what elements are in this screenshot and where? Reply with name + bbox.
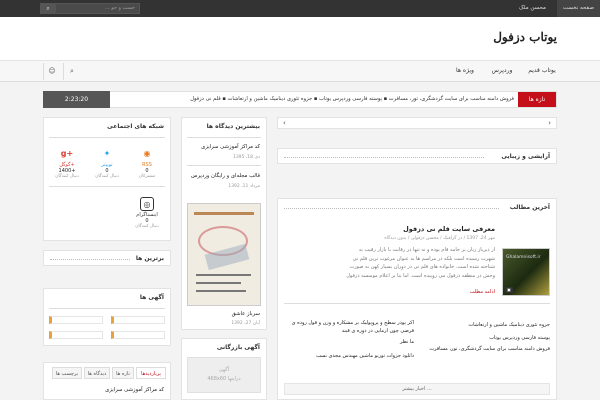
- clock: 2:23:20: [43, 91, 110, 108]
- ad-slot[interactable]: [111, 331, 165, 339]
- nav-item-wordpress[interactable]: وردپرس: [487, 61, 517, 81]
- breaking-news-bar: تازه ها فروش دامنه مناسب برای سایت گردشگ…: [43, 91, 557, 108]
- box-title: شبکه های اجتماعی: [107, 123, 164, 130]
- divider: [284, 303, 550, 304]
- popular-posts: بیشترین دیدگاه ها کد مراکز آموزشی سرایزی…: [181, 117, 267, 330]
- list-item[interactable]: اکر پودر سطح و پروپولیک بر مشکاره و وزن …: [286, 319, 414, 335]
- box-title: آگهی ها: [139, 294, 164, 301]
- top-bar: صفحه نخست محسن ملک جست و جو ... ⌕: [0, 0, 600, 17]
- featured-excerpt: از دیرباز زنان بر خامه قام بوده و نه تنه…: [346, 247, 495, 279]
- ads-box: آگهی ها: [43, 288, 171, 346]
- decor: [196, 290, 246, 292]
- ad-size: 468x60 درایتها: [207, 376, 241, 382]
- list-item[interactable]: دانلود جزوات توربو ماشین مهندس مجدی نسب: [286, 352, 414, 360]
- search-icon[interactable]: ⌕: [40, 3, 56, 14]
- ads-banner-box: آگهی بازرگانی آگهی 468x60 درایتها: [181, 338, 267, 400]
- camera-icon: ▣: [505, 287, 513, 293]
- decor: [194, 212, 254, 215]
- decor: [196, 282, 241, 284]
- chevron-left-icon[interactable]: ‹: [283, 119, 286, 127]
- user-icon[interactable]: ☺: [43, 63, 60, 80]
- divider: [187, 137, 261, 138]
- ad-label: آگهی: [218, 367, 230, 373]
- top-posts-box: برترین ها: [43, 250, 171, 266]
- instagram-sub: دنبال کنندگان: [135, 224, 159, 229]
- site-logo[interactable]: یوتاب دزفول: [493, 30, 557, 44]
- tab-tags[interactable]: برچسب ها: [52, 367, 82, 379]
- divider: [187, 165, 261, 166]
- news-ticker[interactable]: فروش دامنه مناسب برای سایت گردشگری، تور،…: [190, 92, 514, 107]
- featured-title[interactable]: معرفی سایت قلم نی دزفول: [403, 225, 495, 233]
- nav-item-featured[interactable]: ویژه ها: [452, 61, 478, 81]
- read-more-link[interactable]: ادامه مطلب: [470, 289, 495, 295]
- decor: [196, 274, 251, 276]
- box-title: آخرین مطالب: [509, 204, 550, 211]
- tab-recent[interactable]: تازه ها: [112, 367, 134, 379]
- box-title: برترین ها: [135, 255, 164, 262]
- featured-thumbnail[interactable]: Ghalamnisoft.ir ▣: [502, 248, 550, 296]
- popular-item-date: دی 18، 1395: [232, 155, 260, 160]
- home-link[interactable]: صفحه نخست: [556, 0, 600, 17]
- slider-nav: ‹ ›: [277, 117, 557, 129]
- popular-item-title[interactable]: سرباز عاشق: [232, 311, 260, 317]
- thumb-watermark: Ghalamnisoft.ir: [506, 255, 541, 260]
- popular-item-title[interactable]: قالب مجله‌ای و رایگان وردپرس: [191, 173, 260, 179]
- list-item[interactable]: فروش دامنه مناسب برای سایت گردشگری، تور،…: [420, 345, 550, 353]
- search-input[interactable]: جست و جو ...: [43, 3, 140, 14]
- rss-link[interactable]: ◉ RSS 0 مشترکان: [127, 144, 167, 182]
- popular-thumbnail[interactable]: [187, 203, 261, 306]
- gplus-link[interactable]: g+ گوگل+ 1400+ دنبال کنندگان: [47, 144, 87, 182]
- latest-list-left: اکر پودر سطح و پروپولیک بر مشکاره و وزن …: [286, 319, 414, 360]
- list-item[interactable]: ما نظر: [286, 338, 414, 346]
- twitter-icon: ✦: [103, 149, 111, 158]
- google-plus-icon: g+: [60, 149, 74, 158]
- latest-list-right: جزوه تئوری دینامیک ماشین و ارتعاشات پوست…: [420, 319, 550, 353]
- latest-posts: آخرین مطالب Ghalamnisoft.ir ▣ معرفی سایت…: [277, 198, 557, 400]
- list-item[interactable]: پوسته فارسی وردپرس یوتاب: [420, 332, 550, 345]
- box-title: آگهی بازرگانی: [216, 344, 260, 351]
- main-nav: یوتاب قدیم وردپرس ویژه ها ⌕ ☺: [0, 61, 600, 82]
- tab-most-viewed[interactable]: پربازدیدها: [136, 367, 166, 379]
- box-title[interactable]: آرایشی و زیبایی: [501, 153, 550, 160]
- category-box: آرایشی و زیبایی: [277, 148, 557, 164]
- divider: [284, 208, 499, 209]
- user-link[interactable]: محسن ملک: [513, 0, 552, 17]
- tab-comments[interactable]: دیدگاه ها: [84, 367, 110, 379]
- divider: [284, 157, 484, 158]
- popular-item-title[interactable]: کد مراکز آموزشی سرایزی: [201, 144, 260, 150]
- chevron-right-icon[interactable]: ›: [548, 119, 551, 127]
- popular-item-date: آبان 27، 1392: [231, 321, 260, 326]
- instagram-link[interactable]: ◎ اینستاگرام 0 دنبال کنندگان: [127, 194, 167, 232]
- ad-slot[interactable]: [49, 331, 103, 339]
- twitter-link[interactable]: ✦ توییتر 0 دنبال کنندگان: [87, 144, 127, 182]
- tabs-widget: پربازدیدها تازه ها دیدگاه ها برچسب ها کد…: [43, 362, 171, 400]
- social-widget: شبکه های اجتماعی ◉ RSS 0 مشترکان ✦ توییت…: [43, 117, 171, 241]
- search-icon[interactable]: ⌕: [63, 63, 80, 80]
- ad-slot[interactable]: [111, 316, 165, 324]
- popular-item-date: مرداد 11، 1392: [228, 184, 260, 189]
- breaking-label: تازه ها: [518, 92, 556, 107]
- ad-placeholder[interactable]: آگهی 468x60 درایتها: [187, 357, 261, 393]
- rss-sub: مشترکان: [138, 174, 156, 179]
- box-title: بیشترین دیدگاه ها: [206, 123, 260, 130]
- tab-list-item[interactable]: کد مراکز آموزشی سرایزی: [105, 387, 164, 393]
- divider: [50, 259, 130, 260]
- featured-meta: مهر 24، 1397 / در گرافیک / محسن دزفولی /…: [384, 236, 495, 241]
- gplus-sub: دنبال کنندگان: [55, 174, 79, 179]
- divider: [49, 308, 165, 309]
- instagram-icon: ◎: [140, 197, 154, 211]
- divider: [49, 186, 165, 187]
- rss-icon: ◉: [143, 149, 151, 158]
- ad-slot[interactable]: [49, 316, 103, 324]
- more-news-button[interactable]: اخبار بیشتر ...: [284, 383, 550, 395]
- nav-item-old-utab[interactable]: یوتاب قدیم: [527, 61, 557, 81]
- twitter-sub: دنبال کنندگان: [95, 174, 119, 179]
- list-item[interactable]: جزوه تئوری دینامیک ماشین و ارتعاشات: [420, 319, 550, 332]
- divider: [49, 137, 165, 138]
- site-header: یوتاب دزفول: [0, 17, 600, 61]
